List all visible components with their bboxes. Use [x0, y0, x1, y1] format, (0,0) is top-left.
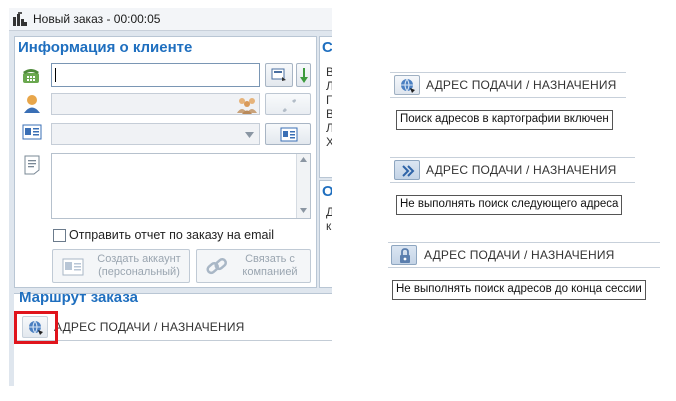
- create-account-label-line1: Создать аккаунт: [97, 253, 181, 265]
- account-card-icon: [62, 258, 84, 276]
- address-label: АДРЕС ПОДАЧИ / НАЗНАЧЕНИЯ: [426, 163, 617, 177]
- globe-search-icon: [401, 78, 415, 93]
- scroll-down-icon[interactable]: [300, 208, 307, 213]
- order-info-labels: В Л Г В Л Х: [326, 65, 332, 149]
- address-label: АДРЕС ПОДАЧИ / НАЗНАЧЕНИЯ: [426, 78, 617, 92]
- options-label: к: [326, 219, 332, 233]
- text-caret: [55, 68, 56, 82]
- link-company-button[interactable]: Связать с компанией: [196, 249, 311, 283]
- notes-scrollbar[interactable]: [296, 154, 310, 218]
- client-name-input[interactable]: [51, 93, 260, 115]
- route-address-row: АДРЕС ПОДАЧИ / НАЗНАЧЕНИЯ: [14, 314, 332, 341]
- address-label: АДРЕС ПОДАЧИ / НАЗНАЧЕНИЯ: [54, 320, 245, 334]
- create-account-label-line2: (персональный): [98, 266, 180, 278]
- route-heading: Маршрут заказа: [19, 289, 138, 306]
- tooltip-session-search-off: Не выполнять поиск адресов до конца сесс…: [392, 280, 646, 300]
- arrow-down-icon: [300, 68, 308, 83]
- address-bar-example-skip-next: АДРЕС ПОДАЧИ / НАЗНАЧЕНИЯ: [390, 157, 635, 183]
- link-company-label-line1: Связать с: [245, 253, 295, 265]
- highlight-frame: [14, 311, 58, 344]
- note-icon: [24, 155, 40, 175]
- phone-card-button[interactable]: [265, 63, 293, 87]
- person-icon: [24, 95, 40, 113]
- people-group-icon: [237, 98, 257, 114]
- order-info-label: В: [326, 107, 332, 121]
- call-button[interactable]: [265, 93, 311, 115]
- order-info-label: Х: [326, 135, 332, 149]
- order-info-label: В: [326, 65, 332, 79]
- call-arrow-button[interactable]: [296, 63, 311, 87]
- card-arrow-icon: [271, 68, 286, 81]
- title-bar: Новый заказ - 00:00:05: [9, 8, 332, 31]
- app-icon: [13, 12, 27, 26]
- session-search-off-button[interactable]: [391, 245, 417, 265]
- chevron-down-icon: [245, 132, 254, 138]
- scroll-up-icon[interactable]: [300, 157, 307, 162]
- order-info-panel: С В Л Г В Л Х: [319, 36, 332, 178]
- tooltip-map-search-enabled: Поиск адресов в картографии включен: [396, 110, 613, 130]
- address-label: АДРЕС ПОДАЧИ / НАЗНАЧЕНИЯ: [424, 248, 615, 262]
- padlock-icon: [400, 248, 410, 263]
- route-panel: Маршрут заказа АДРЕС ПОДАЧИ / НАЗНАЧЕНИЯ: [14, 289, 332, 386]
- contact-card-icon: [280, 127, 298, 142]
- order-info-label: Л: [326, 121, 332, 135]
- send-report-checkbox[interactable]: [53, 229, 66, 242]
- contact-card-icon: [22, 124, 42, 140]
- client-type-select[interactable]: [51, 123, 260, 145]
- send-report-label: Отправить отчет по заказу на email: [69, 228, 275, 242]
- options-panel: О Д к: [319, 180, 332, 288]
- order-info-heading: С: [322, 39, 332, 56]
- tooltip-skip-next-search: Не выполнять поиск следующего адреса: [396, 195, 623, 215]
- handset-icon: [282, 99, 296, 112]
- address-bar-example-session-off: АДРЕС ПОДАЧИ / НАЗНАЧЕНИЯ: [388, 242, 660, 268]
- create-account-button[interactable]: Создать аккаунт (персональный): [52, 249, 190, 283]
- options-heading: О: [322, 183, 332, 200]
- window-title: Новый заказ - 00:00:05: [33, 12, 161, 26]
- double-chevron-right-icon: [402, 165, 415, 177]
- order-info-label: Л: [326, 79, 332, 93]
- address-bar-example-map-search: АДРЕС ПОДАЧИ / НАЗНАЧЕНИЯ: [390, 72, 626, 98]
- notes-textarea[interactable]: [51, 153, 311, 219]
- order-info-label: Г: [326, 93, 332, 107]
- client-info-heading: Информация о клиенте: [18, 39, 193, 56]
- options-labels: Д к: [326, 205, 332, 233]
- phone-icon: [23, 69, 39, 83]
- link-company-label-line2: компанией: [242, 266, 298, 278]
- skip-next-search-button[interactable]: [394, 160, 420, 180]
- client-info-panel: Информация о клиенте Отправить отчет по …: [14, 36, 317, 288]
- chain-link-icon: [206, 258, 227, 275]
- client-card-button[interactable]: [265, 123, 311, 145]
- map-search-enabled-button[interactable]: [394, 75, 420, 95]
- options-label: Д: [326, 205, 332, 219]
- phone-input[interactable]: [51, 63, 260, 87]
